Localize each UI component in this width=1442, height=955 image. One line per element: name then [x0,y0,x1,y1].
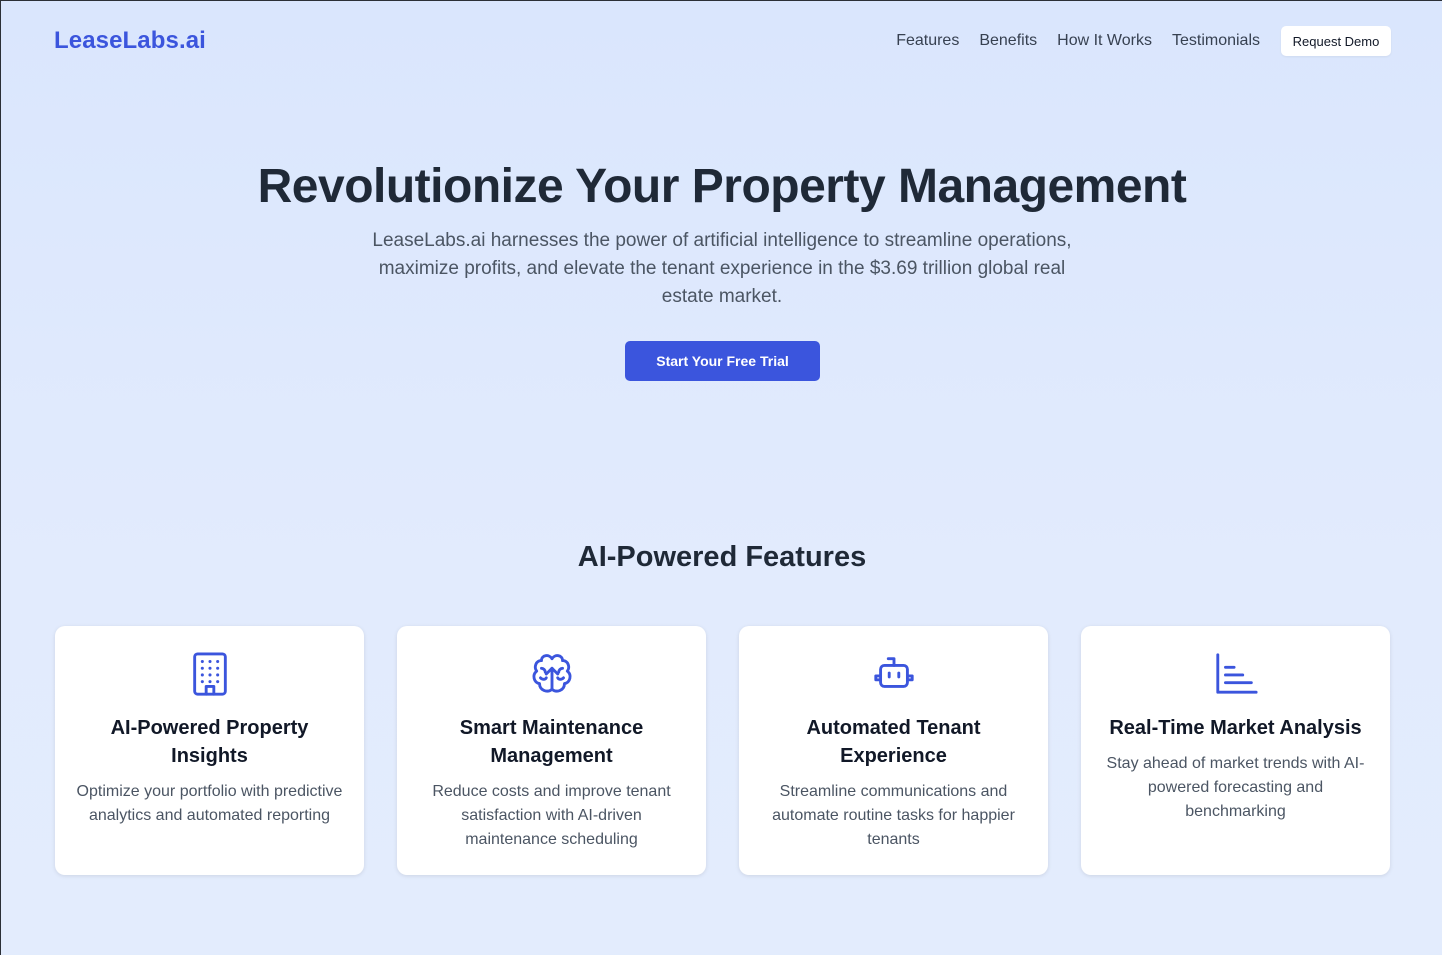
top-nav: LeaseLabs.ai Features Benefits How It Wo… [1,1,1442,83]
feature-card-title: Smart Maintenance Management [459,717,644,767]
building-icon [187,651,233,697]
feature-card-market-analysis: Real-Time Market Analysis Stay ahead of … [1081,626,1390,875]
robot-icon [871,651,917,697]
logo[interactable]: LeaseLabs.ai [54,27,206,55]
feature-card-maintenance: Smart Maintenance Management Reduce cost… [397,626,706,875]
feature-card-description: Streamline communications and automate r… [772,783,1015,848]
nav-links: Features Benefits How It Works Testimoni… [896,26,1391,56]
feature-card-description: Reduce costs and improve tenant satisfac… [432,783,671,848]
start-free-trial-button[interactable]: Start Your Free Trial [625,341,820,381]
hero-subtitle: LeaseLabs.ai harnesses the power of arti… [372,230,1072,307]
feature-card-description: Stay ahead of market trends with AI-powe… [1106,755,1365,820]
feature-card-title: Automated Tenant Experience [806,717,981,767]
feature-card-property-insights: AI-Powered Property Insights Optimize yo… [55,626,364,875]
feature-card-title: AI-Powered Property Insights [110,717,309,767]
bar-chart-icon [1213,651,1259,697]
nav-link-benefits[interactable]: Benefits [979,26,1037,56]
nav-link-how-it-works[interactable]: How It Works [1057,26,1152,56]
request-demo-button[interactable]: Request Demo [1281,26,1391,56]
feature-cards: AI-Powered Property Insights Optimize yo… [55,626,1390,875]
feature-card-description: Optimize your portfolio with predictive … [76,783,343,824]
brain-icon [529,651,575,697]
features-title: AI-Powered Features [577,541,867,573]
nav-link-testimonials[interactable]: Testimonials [1172,26,1260,56]
hero-title: Revolutionize Your Property Management [257,160,1187,213]
feature-card-title: Real-Time Market Analysis [1109,717,1362,739]
feature-card-tenant-experience: Automated Tenant Experience Streamline c… [739,626,1048,875]
nav-link-features[interactable]: Features [896,26,959,56]
